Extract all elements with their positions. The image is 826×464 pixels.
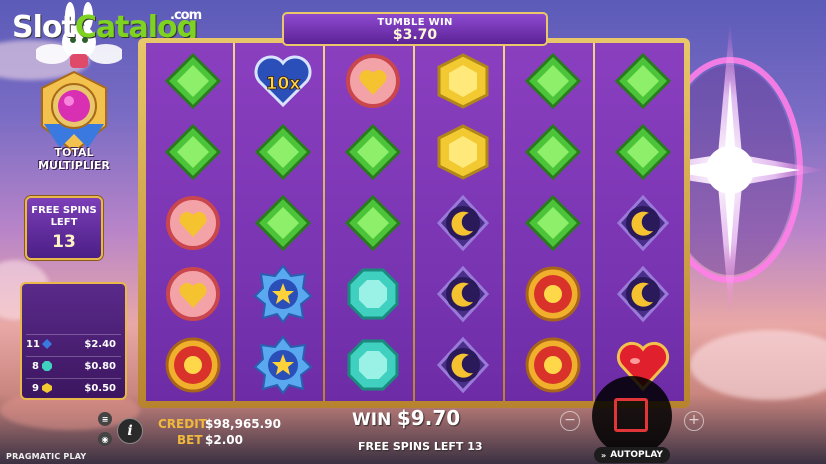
credit-label: CREDIT [158,417,207,431]
green-gem-symbol [614,123,672,181]
star-badge-symbol [253,264,313,324]
paytable-row: 11 $2.40 [26,334,121,353]
green-gem-symbol [254,123,312,181]
green-gem-symbol [524,123,582,181]
minus-icon: − [564,412,576,428]
yellow-gem-icon [42,383,52,393]
svg-text:10x: 10x [266,74,301,94]
reel-grid [146,43,684,401]
green-gem-symbol [254,194,312,252]
reel-divider [593,43,595,401]
sound-button[interactable]: ≡ [98,412,112,426]
green-gem-symbol [614,52,672,110]
paytable-panel: 11 $2.40 8 $0.80 9 $0.50 [20,282,127,400]
paytable-value: $0.50 [84,382,116,394]
autoplay-label: AUTOPLAY [610,450,663,460]
moon-badge-symbol [436,336,490,394]
paytable-row: 8 $0.80 [26,356,121,375]
paytable-count: 8 [32,360,39,372]
green-gem-symbol [344,194,402,252]
blue-gem-icon [42,339,52,349]
reel-divider [413,43,415,401]
green-gem-symbol [164,123,222,181]
free-spins-left-panel: FREE SPINS LEFT 13 [25,196,103,260]
green-gem-symbol [164,52,222,110]
moon-badge-symbol [616,265,670,323]
cloud [690,330,826,400]
moon-badge-symbol [436,265,490,323]
bet-value: $2.00 [205,433,243,447]
teal-gem-icon [42,361,52,371]
total-multiplier-label: TOTAL MULTIPLIER [38,146,110,172]
multiplier-10x-symbol: 10x [254,55,312,108]
moon-badge-symbol [616,194,670,252]
free-spins-left-footer: FREE SPINS LEFT 13 [358,440,483,453]
yellow-gem-symbol [437,53,489,109]
heart-badge-symbol [166,196,220,250]
yellow-gem-symbol [437,124,489,180]
reel-divider [503,43,505,401]
sun-badge-symbol [165,337,221,393]
plus-icon: + [688,412,700,428]
win-value: $9.70 [396,406,461,430]
paytable-value: $2.40 [84,338,116,350]
provider-name: PRAGMATIC PLAY [6,452,87,461]
free-spins-left-count: 13 [52,232,76,252]
credit-value: $98,965.90 [205,417,281,431]
moon-badge-symbol [436,194,490,252]
info-icon: i [127,423,133,439]
tumble-win-value: $3.70 [392,27,438,43]
total-multiplier-medal-icon [41,70,107,154]
teal-gem-symbol [347,268,399,320]
bet-increase-button[interactable]: + [684,411,704,431]
reel-divider [233,43,235,401]
heart-badge-symbol [346,54,400,108]
paytable-value: $0.80 [84,360,116,372]
paytable-count: 11 [26,338,40,350]
green-gem-symbol [524,194,582,252]
reel-divider [323,43,325,401]
green-gem-symbol [344,123,402,181]
autoplay-button[interactable]: » AUTOPLAY [594,447,670,463]
win-label: WIN [352,410,392,430]
paytable-row: 9 $0.50 [26,378,121,397]
bet-label: BET [177,433,203,447]
tumble-win-panel: TUMBLE WIN $3.70 [282,12,548,46]
info-button[interactable]: i [117,418,143,444]
teal-gem-symbol [347,339,399,391]
sun-badge-symbol [525,266,581,322]
heart-badge-symbol [166,267,220,321]
stop-icon [614,398,648,432]
star-badge-symbol [253,335,313,395]
fast-forward-icon: » [601,450,607,460]
win-display: WIN $9.70 [352,406,460,430]
free-spins-left-label: FREE SPINS LEFT [31,205,97,228]
bet-decrease-button[interactable]: − [560,411,580,431]
logo-slot-text: Slot [12,10,76,45]
logo-com-text: .com [170,8,202,23]
sun-badge-symbol [525,337,581,393]
paytable-count: 9 [32,382,39,394]
green-gem-symbol [524,52,582,110]
menu-button[interactable]: ◉ [98,432,112,446]
